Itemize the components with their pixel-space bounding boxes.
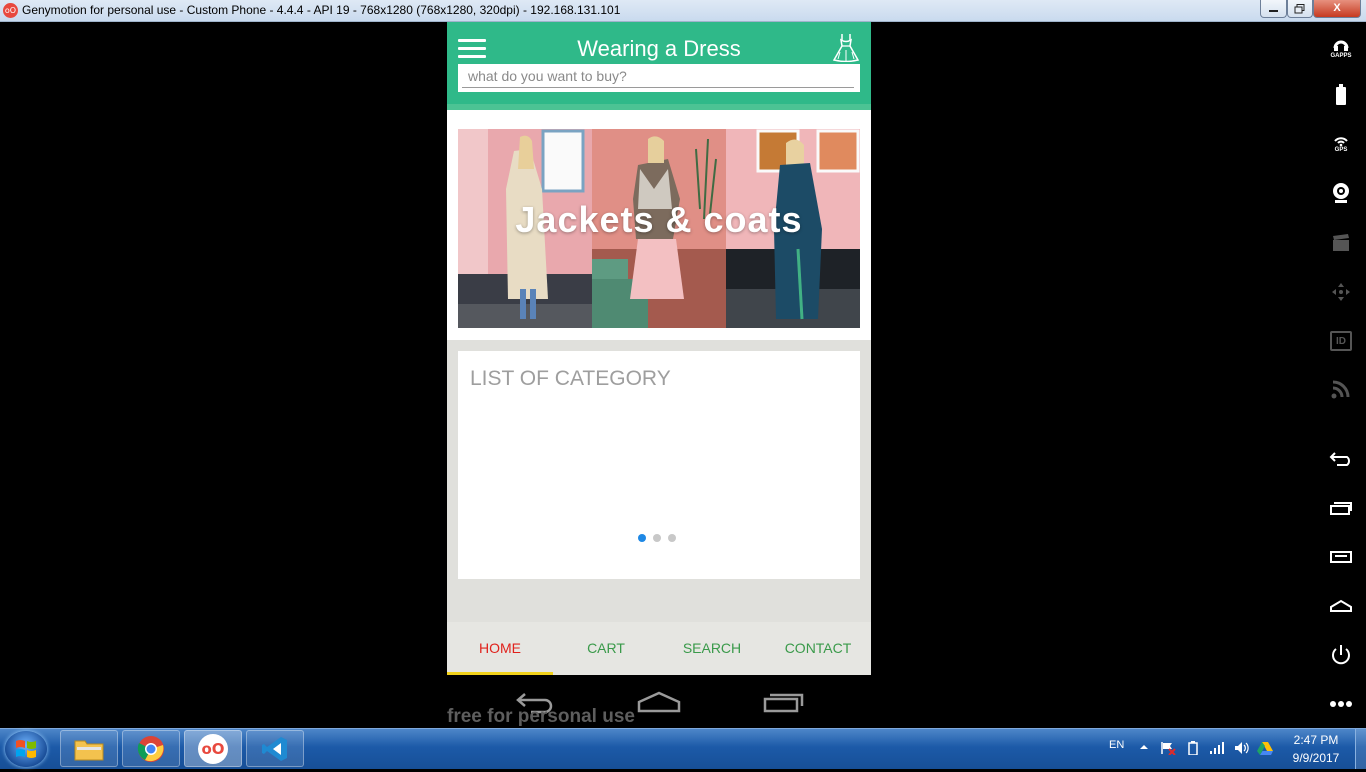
minimize-button[interactable] xyxy=(1260,0,1287,18)
clapperboard-icon xyxy=(1333,234,1349,251)
webcam-tool-button[interactable] xyxy=(1326,180,1356,206)
taskbar-chrome[interactable] xyxy=(122,730,180,767)
genymotion-taskbar-icon: oO xyxy=(198,733,228,764)
show-desktop-button[interactable] xyxy=(1355,729,1366,769)
volume-tray[interactable] xyxy=(1234,741,1250,758)
window-title-bar[interactable]: oO Genymotion for personal use - Custom … xyxy=(0,0,1366,22)
carousel-dot-2[interactable] xyxy=(653,534,661,542)
action-center-tray[interactable] xyxy=(1160,741,1176,758)
chrome-icon xyxy=(137,735,164,762)
clock-date[interactable]: 9/9/2017 xyxy=(1286,751,1346,765)
chevron-up-icon xyxy=(1140,745,1148,749)
recent-apps-tool-button[interactable] xyxy=(1326,495,1356,521)
nav-tab-home[interactable]: HOME xyxy=(447,622,553,675)
flag-alert-icon xyxy=(1161,742,1176,756)
genymotion-icon: oO xyxy=(3,3,18,18)
recent-apps-icon xyxy=(1330,502,1352,515)
maximize-button[interactable] xyxy=(1287,0,1313,18)
back-arrow-icon xyxy=(1329,452,1350,466)
rss-icon xyxy=(1331,380,1350,399)
capture-tool-button[interactable] xyxy=(1326,230,1356,256)
carousel-dot-1[interactable] xyxy=(638,534,646,542)
nav-tab-contact[interactable]: CONTACT xyxy=(765,622,871,675)
personal-use-watermark: free for personal use xyxy=(447,706,635,727)
start-button[interactable] xyxy=(5,731,47,767)
carousel-indicator xyxy=(638,529,683,542)
folder-icon xyxy=(74,740,104,760)
speaker-icon xyxy=(1235,742,1249,754)
close-button[interactable]: X xyxy=(1313,0,1361,18)
back-tool-button[interactable] xyxy=(1326,446,1356,472)
network-tray[interactable] xyxy=(1209,741,1225,758)
battery-tray-icon xyxy=(1188,741,1198,756)
more-dots-icon xyxy=(1330,701,1352,707)
search-input[interactable] xyxy=(462,64,854,88)
battery-icon xyxy=(1336,84,1346,105)
taskbar-visual-studio-code[interactable] xyxy=(246,730,304,767)
power-icon xyxy=(1332,645,1350,665)
more-tool-button[interactable] xyxy=(1326,691,1356,717)
menu-tool-button[interactable] xyxy=(1326,544,1356,570)
show-hidden-icons-button[interactable] xyxy=(1139,741,1149,755)
nav-tab-cart[interactable]: CART xyxy=(553,622,659,675)
id-icon: ID xyxy=(1330,331,1352,351)
vscode-icon xyxy=(262,736,287,761)
minimize-icon xyxy=(1269,10,1278,12)
phone-screen: Wearing a Dress what do you want to buy?… xyxy=(447,22,871,675)
device-id-tool-button[interactable]: ID xyxy=(1326,328,1356,354)
home-icon xyxy=(1330,599,1352,612)
taskbar-genymotion[interactable]: oO xyxy=(184,730,242,767)
google-drive-tray[interactable] xyxy=(1256,741,1274,758)
taskbar: oO EN 2:47 PM 9/9/2017 xyxy=(0,728,1366,769)
gapps-caption: GAPPS xyxy=(1330,52,1352,59)
nav-tab-search[interactable]: SEARCH xyxy=(659,622,765,675)
battery-tool-button[interactable] xyxy=(1326,82,1356,108)
input-language[interactable]: EN xyxy=(1109,739,1124,751)
gapps-tool-button[interactable]: GAPPS xyxy=(1326,35,1356,61)
gps-caption: GPS xyxy=(1334,146,1348,153)
directional-pad-icon xyxy=(1332,283,1350,301)
category-title: LIST OF CATEGORY xyxy=(470,367,671,390)
remote-control-tool-button[interactable] xyxy=(1326,279,1356,305)
menu-icon xyxy=(1330,551,1352,563)
signal-bars-icon xyxy=(1210,742,1224,754)
google-drive-icon xyxy=(1257,742,1273,755)
app-bar: Wearing a Dress xyxy=(447,22,871,104)
dress-icon[interactable] xyxy=(832,32,860,62)
gps-tool-button[interactable]: GPS xyxy=(1326,131,1356,157)
network-tool-button[interactable] xyxy=(1326,376,1356,402)
android-recents-button[interactable] xyxy=(762,690,806,714)
webcam-icon xyxy=(1333,183,1349,203)
power-tool-button[interactable] xyxy=(1326,642,1356,668)
gps-icon xyxy=(1334,136,1348,146)
clock-time[interactable]: 2:47 PM xyxy=(1286,733,1346,747)
gapps-icon xyxy=(1333,40,1349,51)
battery-tray[interactable] xyxy=(1187,741,1199,758)
app-title: Wearing a Dress xyxy=(577,36,741,61)
banner-caption: Jackets & coats xyxy=(515,199,803,240)
windows-logo-icon xyxy=(16,740,36,758)
category-card: LIST OF CATEGORY xyxy=(458,351,860,579)
banner-card: Jackets & coats xyxy=(447,110,871,340)
search-box xyxy=(458,64,860,92)
home-tool-button[interactable] xyxy=(1326,593,1356,619)
window-title: Genymotion for personal use - Custom Pho… xyxy=(22,3,621,17)
taskbar-file-explorer[interactable] xyxy=(60,730,118,767)
restore-icon xyxy=(1294,4,1305,14)
bottom-navigation: HOME CART SEARCH CONTACT xyxy=(447,622,871,675)
android-home-button[interactable] xyxy=(637,690,681,714)
banner-image[interactable]: Jackets & coats xyxy=(458,129,860,328)
carousel-dot-3[interactable] xyxy=(668,534,676,542)
